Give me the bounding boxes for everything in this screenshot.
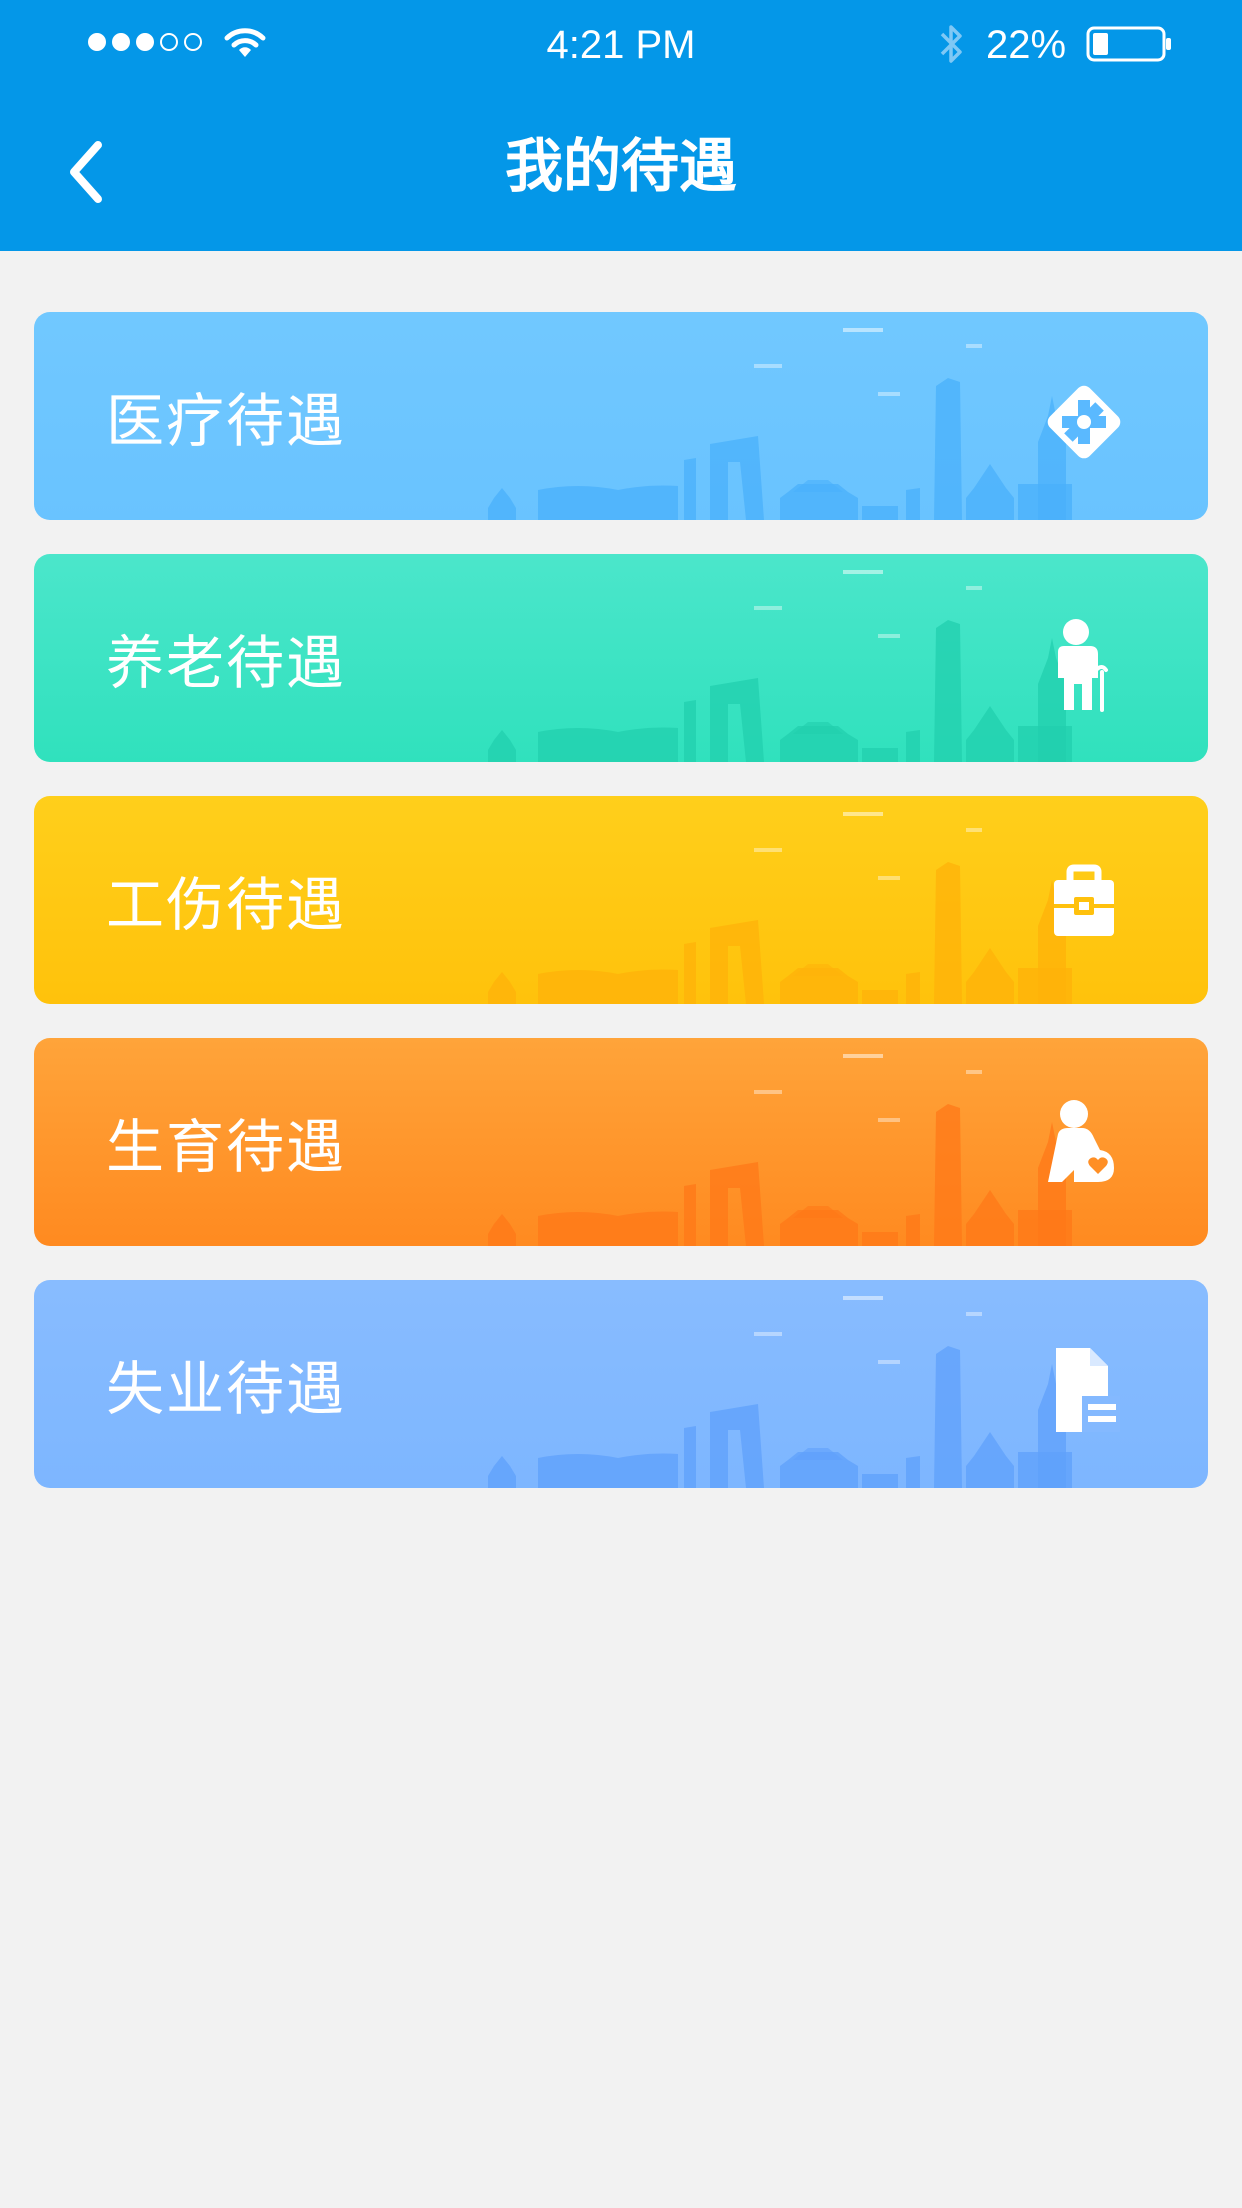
card-work-injury[interactable]: 工伤待遇 bbox=[34, 796, 1208, 1004]
first-aid-kit-icon bbox=[1054, 864, 1114, 936]
navigation-bar: 我的待遇 bbox=[0, 90, 1242, 251]
medical-icon bbox=[1047, 385, 1121, 459]
document-icon bbox=[1056, 1348, 1120, 1432]
battery-icon bbox=[1086, 26, 1171, 62]
pregnant-woman-icon bbox=[1048, 1100, 1114, 1182]
benefits-list: 医疗待遇 养老待遇 工伤待遇 生育待遇 失业待遇 bbox=[34, 312, 1208, 1522]
elderly-icon bbox=[1058, 619, 1108, 712]
card-label: 养老待遇 bbox=[106, 629, 347, 697]
page-title: 我的待遇 bbox=[504, 132, 737, 200]
card-label: 失业待遇 bbox=[106, 1355, 347, 1423]
battery-percent: 22% bbox=[986, 23, 1067, 67]
card-label: 医疗待遇 bbox=[106, 387, 347, 455]
card-unemployment[interactable]: 失业待遇 bbox=[34, 1280, 1208, 1488]
header: 4:21 PM 22% 我的待遇 bbox=[0, 0, 1242, 251]
card-label: 工伤待遇 bbox=[106, 871, 347, 939]
card-label: 生育待遇 bbox=[106, 1113, 347, 1181]
bluetooth-icon bbox=[940, 25, 962, 63]
card-medical[interactable]: 医疗待遇 bbox=[34, 312, 1208, 520]
card-pension[interactable]: 养老待遇 bbox=[34, 554, 1208, 762]
status-bar: 4:21 PM 22% bbox=[0, 0, 1242, 90]
card-maternity[interactable]: 生育待遇 bbox=[34, 1038, 1208, 1246]
